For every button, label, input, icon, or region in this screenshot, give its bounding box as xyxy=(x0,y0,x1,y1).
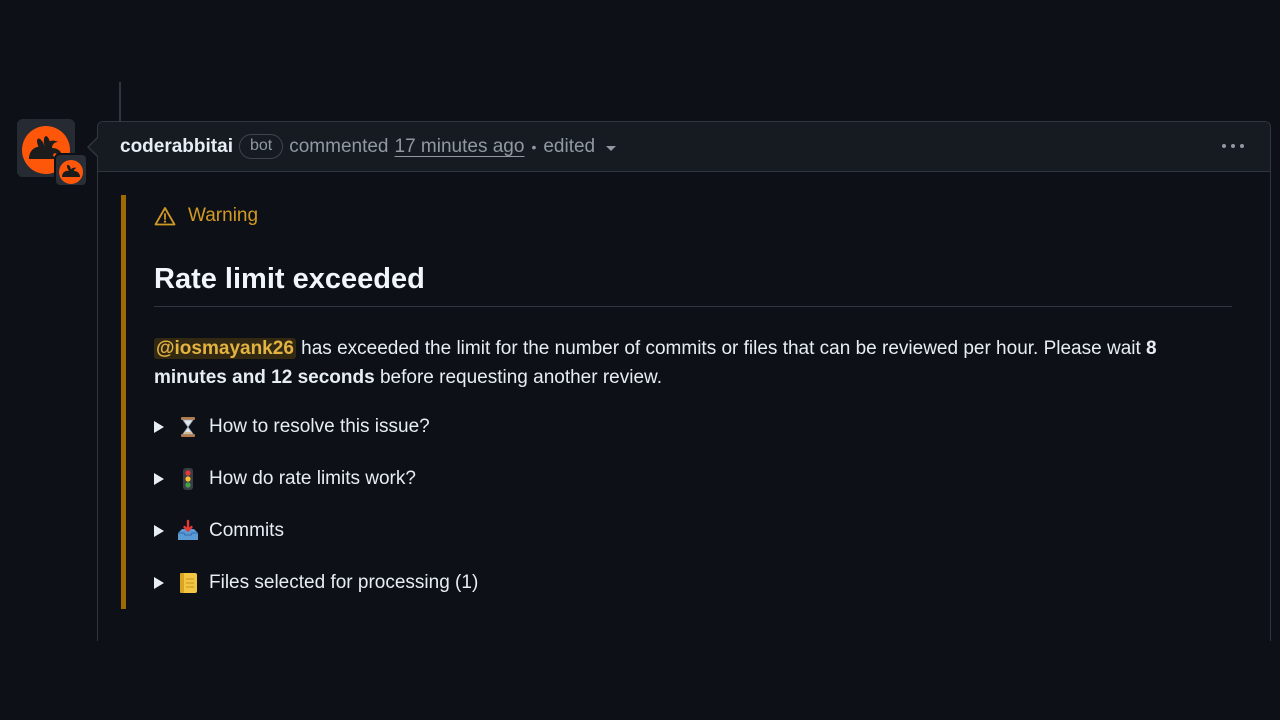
message-text-2: before requesting another review. xyxy=(374,367,662,388)
inbox-tray-icon xyxy=(176,519,200,543)
disclosure-triangle-icon[interactable] xyxy=(154,577,164,589)
more-options-icon[interactable] xyxy=(1222,138,1244,154)
page-title: Rate limit exceeded xyxy=(154,263,1232,307)
details-label: How to resolve this issue? xyxy=(209,416,430,437)
comment-box: coderabbitai bot commented 17 minutes ag… xyxy=(97,121,1271,641)
details-label: Commits xyxy=(209,520,284,541)
timeline-line xyxy=(119,82,121,122)
timestamp-link[interactable]: 17 minutes ago xyxy=(395,136,525,158)
page: coderabbitai bot commented 17 minutes ag… xyxy=(0,0,1280,720)
traffic-light-icon xyxy=(176,467,200,491)
details-resolve[interactable]: How to resolve this issue? xyxy=(154,415,430,439)
message-text-1: has exceeded the limit for the number of… xyxy=(295,338,1147,359)
ledger-icon xyxy=(176,571,200,595)
disclosure-triangle-icon[interactable] xyxy=(154,525,164,537)
callout-title-text: Warning xyxy=(188,205,259,226)
details-files[interactable]: Files selected for processing (1) xyxy=(154,571,478,595)
disclosure-triangle-icon[interactable] xyxy=(154,473,164,485)
separator-dot: • xyxy=(531,138,537,155)
details-label: Files selected for processing (1) xyxy=(209,572,479,593)
avatar[interactable] xyxy=(17,119,88,187)
commented-label: commented xyxy=(289,135,389,157)
alert-icon xyxy=(154,207,176,226)
chevron-down-icon[interactable] xyxy=(606,146,617,151)
details-rate-limits[interactable]: How do rate limits work? xyxy=(154,467,416,491)
comment-caret-fill xyxy=(89,138,98,156)
disclosure-triangle-icon[interactable] xyxy=(154,421,164,433)
details-label: How do rate limits work? xyxy=(209,468,416,489)
comment-header: coderabbitai bot commented 17 minutes ag… xyxy=(98,122,1270,172)
hourglass-icon xyxy=(176,415,200,439)
user-mention-link[interactable]: @iosmayank26 xyxy=(154,338,296,359)
app-badge-icon xyxy=(54,153,88,187)
warning-callout: Warning Rate limit exceeded @iosmayank26… xyxy=(121,195,1251,609)
bot-badge: bot xyxy=(238,134,284,159)
callout-title: Warning xyxy=(154,205,258,227)
edited-dropdown[interactable]: edited xyxy=(543,136,595,158)
author-link[interactable]: coderabbitai xyxy=(120,136,233,158)
details-commits[interactable]: Commits xyxy=(154,519,284,543)
message-paragraph: @iosmayank26 has exceeded the limit for … xyxy=(154,334,1234,392)
